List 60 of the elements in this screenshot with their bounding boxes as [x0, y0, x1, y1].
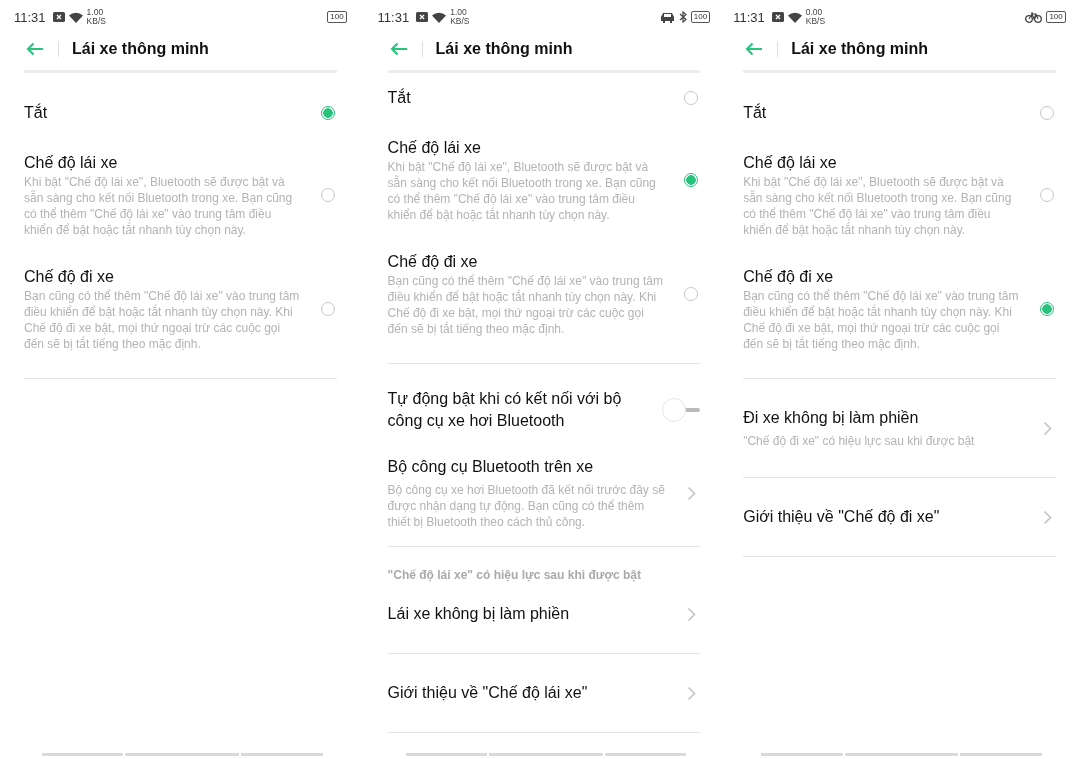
setting-description: Khi bật "Chế độ lái xe", Bluetooth sẽ được bật và sẵn sàng cho kết nối Bluetooth trong xe. Bạn cũng có thể thêm "Chế độ lái xe" vào trung tâm điều khiển để bật hoặc tắt nhanh tùy chọn này.	[387, 159, 657, 223]
notification-icon	[771, 12, 784, 22]
status-time: 11:31	[377, 9, 410, 25]
back-arrow-icon[interactable]	[389, 42, 408, 56]
setting-title: Đi xe không bị làm phiền	[743, 408, 920, 428]
radio-button[interactable]	[320, 106, 335, 120]
back-arrow-icon[interactable]	[745, 42, 764, 56]
setting-title: Tắt	[24, 102, 49, 123]
setting-title: Chế độ lái xe	[387, 138, 482, 158]
speed-unit: KB/S	[86, 17, 106, 26]
setting-title: Chế độ lái xe	[24, 153, 119, 173]
battery-level: 100	[690, 11, 711, 23]
setting-description: Khi bật "Chế độ lái xe", Bluetooth sẽ được bật và sẵn sàng cho kết nối Bluetooth trong xe. Bạn cũng có thể thêm "Chế độ lái xe" vào trung tâm điều khiển để bật hoặc tắt nhanh tùy chọn này.	[743, 174, 1013, 238]
page-title: Lái xe thông minh	[791, 40, 929, 58]
notification-icon	[416, 12, 429, 22]
battery-level: 100	[327, 11, 347, 23]
setting-description: Bộ công cụ xe hơi Bluetooth đã kết nối trước đây sẽ được nhận dạng tự động. Bạn cũng có thể thêm thiết bị Bluetooth theo cách thủ công.	[387, 482, 666, 530]
chevron-right-icon[interactable]	[1042, 509, 1052, 525]
car-icon	[659, 11, 675, 23]
setting-description: Bạn cũng có thể thêm "Chế độ lái xe" vào trung tâm điều khiển để bật hoặc tắt nhanh tùy chọn này. Khi Chế độ đi xe bật, mọi thứ ngoại trừ các cuộc gọi đến sẽ bị tắt tiếng theo mặc định.	[387, 273, 664, 337]
network-speed: 0.00	[805, 8, 824, 17]
status-time: 11:31	[14, 9, 46, 25]
section-header: "Chế độ lái xe" có hiệu lực sau khi được bật	[387, 567, 642, 583]
network-speed: 1.00	[450, 8, 468, 17]
toggle-switch[interactable]	[662, 398, 701, 422]
wifi-icon	[68, 11, 83, 23]
setting-title: Tắt	[743, 102, 768, 123]
setting-title: Lái xe không bị làm phiền	[387, 604, 571, 624]
chevron-right-icon[interactable]	[687, 485, 697, 501]
setting-title: Giới thiệu về "Chế độ lái xe"	[387, 683, 589, 703]
setting-title: Tắt	[387, 87, 412, 108]
chevron-right-icon[interactable]	[687, 606, 697, 622]
chevron-right-icon[interactable]	[687, 685, 697, 701]
wifi-icon	[432, 11, 447, 23]
back-arrow-icon[interactable]	[26, 42, 44, 56]
battery-level: 100	[1046, 11, 1066, 23]
setting-description: Bạn cũng có thể thêm "Chế độ lái xe" vào trung tâm điều khiển để bật hoặc tắt nhanh tùy chọn này. Khi Chế độ đi xe bật, mọi thứ ngoại trừ các cuộc gọi đến sẽ bị tắt tiếng theo mặc định.	[743, 288, 1020, 352]
notification-icon	[52, 12, 65, 22]
page-title: Lái xe thông minh	[72, 40, 209, 58]
setting-description: "Chế độ đi xe" có hiệu lực sau khi được bật	[743, 433, 976, 449]
setting-title: Giới thiệu về "Chế độ đi xe"	[743, 507, 941, 527]
setting-title: Chế độ đi xe	[743, 267, 835, 287]
network-speed: 1.00	[86, 8, 105, 17]
wifi-icon	[787, 11, 802, 23]
speed-unit: KB/S	[805, 17, 826, 26]
setting-title: Chế độ đi xe	[387, 252, 479, 272]
speed-unit: KB/S	[450, 17, 470, 26]
radio-button[interactable]	[684, 173, 699, 187]
setting-description: Khi bật "Chế độ lái xe", Bluetooth sẽ được bật và sẵn sàng cho kết nối Bluetooth trong xe. Bạn cũng có thể thêm "Chế độ lái xe" vào trung tâm điều khiển để bật hoặc tắt nhanh tùy chọn này.	[24, 174, 294, 238]
chevron-right-icon[interactable]	[1042, 420, 1052, 436]
setting-title: Tự động bật khi có kết nối với bộ công cụ xe hơi Bluetooth	[387, 389, 623, 431]
page-title: Lái xe thông minh	[435, 40, 573, 58]
radio-button[interactable]	[1039, 302, 1054, 316]
setting-title: Chế độ đi xe	[24, 267, 115, 287]
setting-title: Bộ công cụ Bluetooth trên xe	[387, 457, 595, 477]
bluetooth-icon	[678, 11, 687, 23]
status-time: 11:31	[733, 9, 765, 25]
setting-description: Bạn cũng có thể thêm "Chế độ lái xe" vào trung tâm điều khiển để bật hoặc tắt nhanh tùy chọn này. Khi Chế độ đi xe bật, mọi thứ ngoại trừ các cuộc gọi đến sẽ bị tắt tiếng theo mặc định.	[24, 288, 301, 352]
bicycle-icon	[1025, 11, 1043, 23]
setting-title: Chế độ lái xe	[743, 153, 838, 173]
